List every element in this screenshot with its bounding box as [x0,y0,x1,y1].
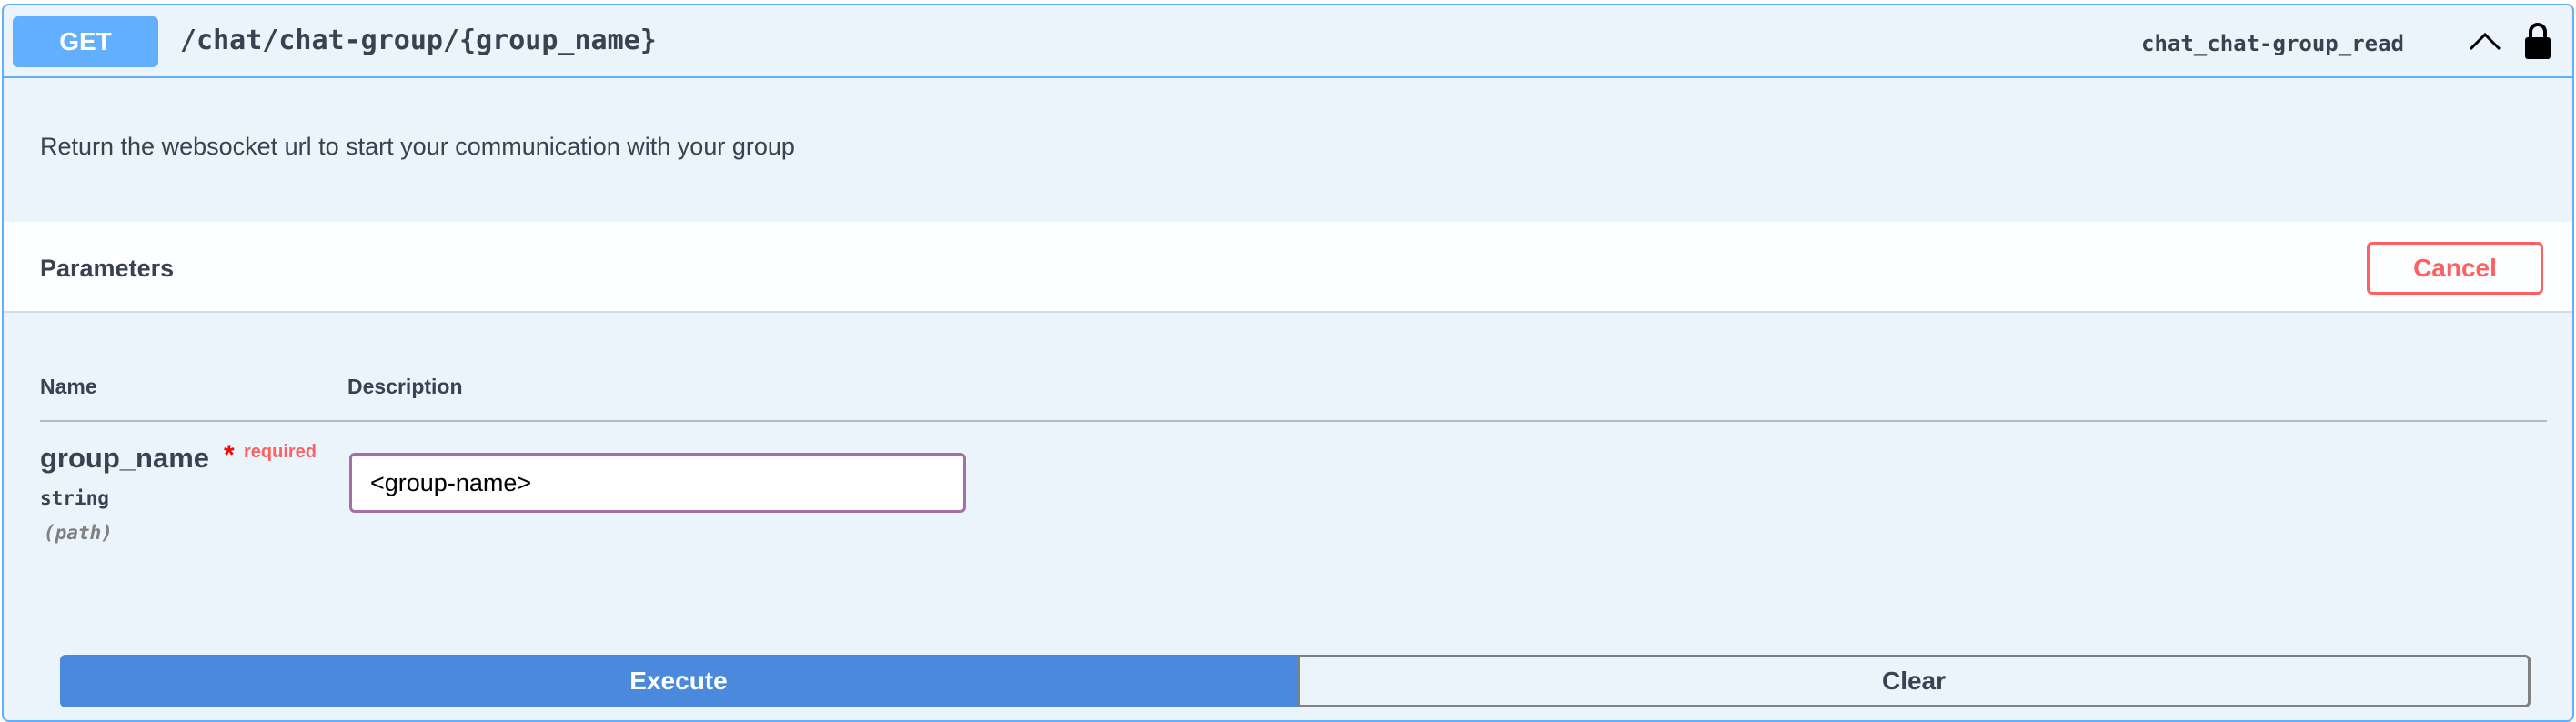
operation-block: GET /chat/chat-group/{group_name} chat_c… [2,4,2574,722]
parameter-location: (path) [44,522,113,544]
parameter-type: string [40,487,109,509]
cancel-button[interactable]: Cancel [2367,242,2543,295]
endpoint-path: /chat/chat-group/{group_name} [180,25,657,56]
clear-button[interactable]: Clear [1297,655,2531,707]
lock-icon[interactable] [2523,22,2552,60]
required-label: required [244,442,317,462]
http-method-badge: GET [13,16,158,67]
column-header-description: Description [347,375,463,398]
group-name-input[interactable] [349,453,966,513]
operation-id: chat_chat-group_read [2141,31,2404,56]
column-header-name: Name [40,375,97,398]
required-asterisk: * [224,440,235,470]
execute-button[interactable]: Execute [60,655,1297,707]
parameters-title: Parameters [40,255,175,282]
operation-summary[interactable]: GET /chat/chat-group/{group_name} chat_c… [4,5,2572,78]
chevron-up-icon[interactable] [2467,29,2503,53]
parameters-header: Parameters Cancel [4,222,2572,313]
parameter-name: group_name [40,442,210,474]
operation-description: Return the websocket url to start your c… [40,133,795,160]
table-header-divider [40,420,2547,422]
